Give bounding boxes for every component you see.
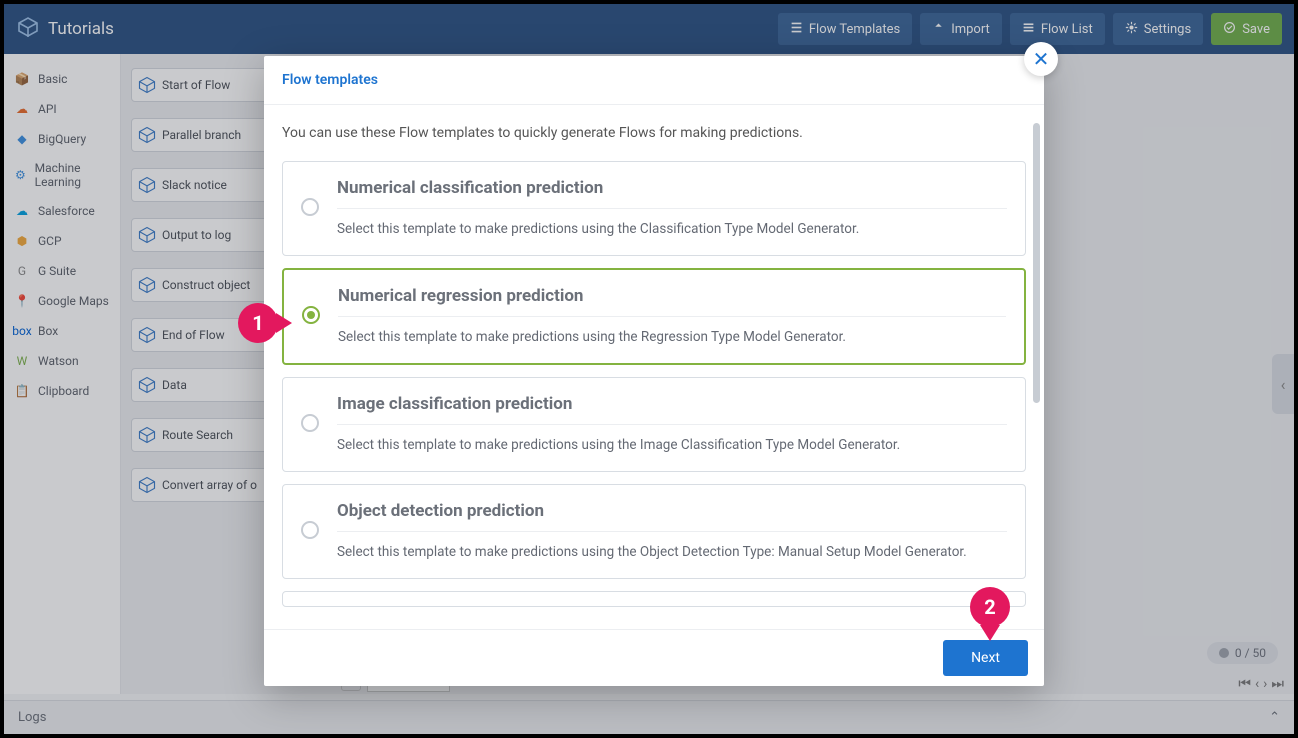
template-title: Object detection prediction	[337, 501, 1007, 532]
modal-title: Flow templates	[282, 72, 1026, 88]
template-card-1[interactable]: Numerical regression prediction Select th…	[282, 268, 1026, 365]
template-radio[interactable]	[302, 306, 320, 324]
template-desc: Select this template to make predictions…	[337, 437, 1007, 453]
template-radio[interactable]	[301, 521, 319, 539]
template-desc: Select this template to make predictions…	[338, 329, 1006, 345]
close-icon: ✕	[1033, 47, 1050, 71]
modal-scrollbar[interactable]	[1033, 123, 1040, 487]
template-radio[interactable]	[301, 198, 319, 216]
next-button[interactable]: Next	[943, 640, 1028, 676]
template-card-0[interactable]: Numerical classification prediction Selec…	[282, 161, 1026, 256]
template-desc: Select this template to make predictions…	[337, 544, 1007, 560]
template-card-2[interactable]: Image classification prediction Select th…	[282, 377, 1026, 472]
close-button[interactable]: ✕	[1024, 42, 1058, 76]
template-card-3[interactable]: Object detection prediction Select this t…	[282, 484, 1026, 579]
annotation-1: 1	[238, 303, 278, 343]
template-title: Image classification prediction	[337, 394, 1007, 425]
template-card-peek[interactable]	[282, 591, 1026, 607]
template-title: Numerical regression prediction	[338, 286, 1006, 317]
annotation-2: 2	[970, 587, 1010, 627]
flow-templates-modal: ✕ Flow templates You can use these Flow …	[264, 56, 1044, 686]
template-radio[interactable]	[301, 414, 319, 432]
template-title: Numerical classification prediction	[337, 178, 1007, 209]
template-radio[interactable]	[301, 606, 319, 607]
template-desc: Select this template to make predictions…	[337, 221, 1007, 237]
modal-intro: You can use these Flow templates to quic…	[282, 125, 1026, 141]
